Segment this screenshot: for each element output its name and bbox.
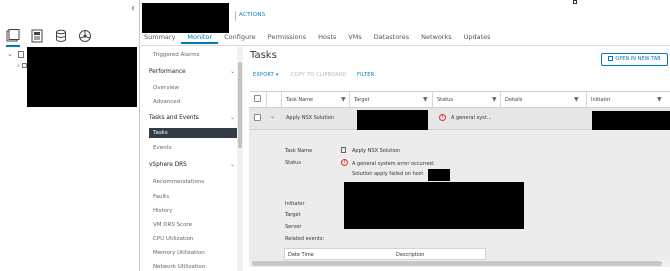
nav-item-faults[interactable]: Faults: [153, 194, 169, 200]
nav-group-label: vSphere DRS: [149, 162, 187, 168]
column-header-status[interactable]: Status: [437, 97, 453, 103]
chevron-down-icon: ⌄: [229, 114, 235, 121]
select-all-checkbox[interactable]: [254, 95, 261, 102]
filter-icon[interactable]: ▼: [492, 96, 497, 103]
detail-label-task-name: Task Name: [285, 148, 313, 154]
chevron-down-icon: ⌄: [229, 68, 235, 75]
column-header-initiator[interactable]: Initiator: [591, 97, 611, 103]
actions-menu-button[interactable]: ACTIONS: [239, 12, 266, 18]
column-header-details[interactable]: Details: [505, 97, 522, 103]
storage-icon[interactable]: [54, 29, 68, 43]
nav-group-vsphere-drs[interactable]: vSphere DRS ⌄: [149, 161, 237, 168]
column-divider: [432, 91, 433, 108]
nav-group-performance[interactable]: Performance ⌄: [149, 68, 237, 75]
events-column-description[interactable]: Description: [396, 252, 424, 258]
detail-label-target: Target: [285, 212, 301, 218]
tab-permissions[interactable]: Permissions: [262, 30, 312, 44]
column-header-target[interactable]: Target: [354, 97, 369, 103]
datacenter-icon: [18, 51, 24, 58]
tab-datastores[interactable]: Datastores: [368, 30, 415, 44]
nav-item-memory-utilization[interactable]: Memory Utilization: [153, 250, 205, 256]
column-header-task-name[interactable]: Task Name: [286, 97, 313, 103]
redacted-error-details: [344, 182, 524, 229]
filter-icon[interactable]: ▼: [657, 96, 662, 103]
nav-item-recommendations[interactable]: Recommendations: [153, 179, 204, 185]
tab-monitor[interactable]: Monitor: [181, 30, 219, 44]
detail-status-message: Solution apply failed on host: [352, 171, 424, 177]
tab-hosts[interactable]: Hosts: [312, 30, 342, 44]
row-status: A general syst...: [451, 115, 492, 121]
events-column-date-time[interactable]: Date Time: [288, 252, 314, 258]
tab-vms[interactable]: VMs: [342, 30, 367, 44]
copy-to-clipboard-button[interactable]: COPY TO CLIPBOARD: [291, 72, 347, 78]
open-in-new-tab-label: OPEN IN NEW TAB: [615, 56, 661, 62]
nav-item-events[interactable]: Events: [153, 145, 172, 151]
task-icon: [341, 147, 346, 153]
column-divider: [266, 91, 267, 108]
nav-item-triggered-alarms[interactable]: Triggered Alarms: [153, 52, 200, 58]
nav-group-tasks-and-events[interactable]: Tasks and Events ⌄: [149, 114, 237, 121]
vms-and-templates-icon[interactable]: [30, 29, 44, 43]
networking-icon[interactable]: [78, 29, 92, 43]
nav-item-vm-drs-score[interactable]: VM DRS Score: [153, 222, 192, 228]
cursor-marker: [573, 0, 577, 4]
filter-icon[interactable]: ▼: [423, 96, 428, 103]
nav-item-tasks[interactable]: Tasks: [149, 128, 238, 138]
column-divider: [281, 91, 282, 108]
redacted-object-title: [142, 3, 229, 33]
chevron-down-icon: ⌄: [229, 161, 235, 168]
collapse-panel-button[interactable]: ‹: [131, 3, 135, 14]
filter-icon[interactable]: ▼: [341, 96, 346, 103]
nav-item-cpu-utilization[interactable]: CPU Utilization: [153, 236, 194, 242]
detail-label-server: Server: [285, 224, 302, 230]
tab-summary[interactable]: Summary: [141, 30, 181, 44]
monitor-nav: Triggered Alarms Performance ⌄ Overview A…: [141, 46, 243, 271]
nav-item-advanced[interactable]: Advanced: [153, 99, 180, 105]
hosts-and-clusters-icon[interactable]: [6, 29, 20, 47]
related-events-grid: [284, 248, 486, 260]
tree-expand-toggle[interactable]: ⌄: [7, 50, 13, 58]
nav-group-label: Performance: [149, 69, 186, 75]
detail-label-initiator: Initiator: [285, 201, 305, 207]
redacted-host-name: [428, 169, 450, 181]
detail-status-value: A general system error occurred:: [352, 161, 435, 167]
error-icon: !: [439, 114, 446, 121]
detail-label-related-events: Related events:: [285, 236, 325, 242]
export-button[interactable]: EXPORT ▾: [253, 72, 278, 78]
row-task-name: Apply NSX Solution: [286, 115, 335, 121]
column-divider: [586, 91, 587, 108]
page-title: Tasks: [250, 50, 277, 61]
tab-updates[interactable]: Updates: [458, 30, 497, 44]
nav-item-history[interactable]: History: [153, 208, 173, 214]
redacted-inventory-tree: [27, 47, 137, 107]
tree-expand-toggle[interactable]: ›: [17, 62, 20, 70]
inventory-panel: ‹ ⌄ ›: [0, 0, 140, 271]
external-link-icon: [608, 56, 614, 61]
chevron-down-icon[interactable]: ⌄: [270, 113, 275, 120]
header-divider: [235, 11, 236, 21]
detail-label-status: Status: [285, 160, 301, 166]
column-divider: [500, 91, 501, 108]
error-icon: !: [341, 159, 348, 166]
nav-scrollbar-thumb[interactable]: [238, 62, 242, 148]
row-checkbox[interactable]: [254, 114, 261, 121]
filter-icon[interactable]: ▼: [574, 96, 579, 103]
filter-button[interactable]: FILTER: [357, 72, 374, 78]
nav-item-network-utilization[interactable]: Network Utilization: [153, 264, 205, 270]
tab-networks[interactable]: Networks: [415, 30, 458, 44]
column-divider: [349, 91, 350, 108]
nav-group-label: Tasks and Events: [149, 115, 199, 121]
object-tabs: Summary Monitor Configure Permissions Ho…: [141, 30, 497, 44]
tab-configure[interactable]: Configure: [218, 30, 262, 44]
horizontal-scrollbar-thumb[interactable]: [252, 261, 662, 266]
detail-task-name-value: Apply NSX Solution: [352, 148, 401, 154]
nav-item-overview[interactable]: Overview: [153, 85, 179, 91]
open-in-new-tab-button[interactable]: OPEN IN NEW TAB: [601, 53, 668, 66]
redacted-target: [357, 110, 428, 130]
